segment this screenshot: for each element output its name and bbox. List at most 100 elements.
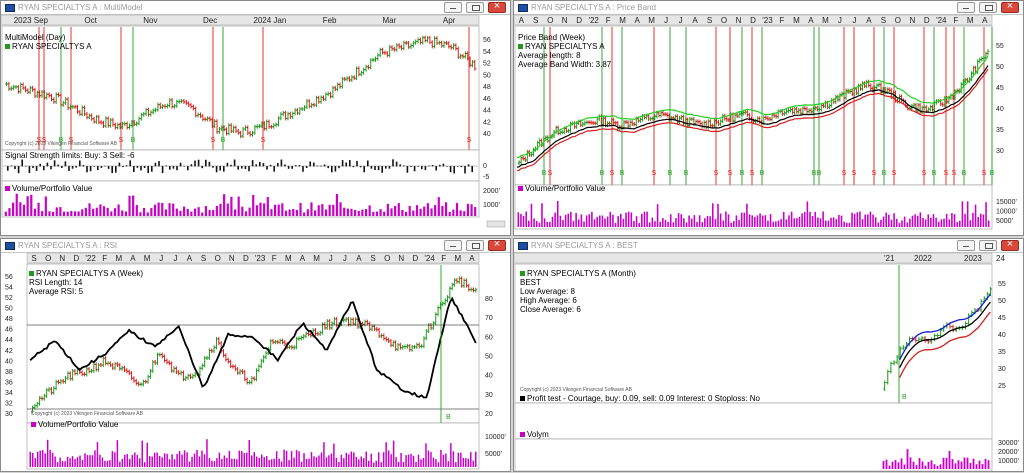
signal-letter: B [817,170,822,177]
signal-bar [169,166,171,170]
title-bar[interactable]: RYAN SPECIALTYS A : BEST [514,238,1023,253]
month-label: 2024 Jan [253,16,286,25]
volume-bar [317,205,320,216]
maximize-button[interactable] [466,2,484,13]
month-label: Feb [323,16,337,25]
volume-bar [948,219,951,227]
signal-letter: B [620,170,625,177]
window-price-band[interactable]: RYAN SPECIALTYS A : Price Band ASOND'22F… [513,0,1024,236]
volume-bar [81,459,84,467]
volume-bar [343,458,345,467]
volume-bar [530,203,533,227]
volume-bar [764,215,767,227]
title-bar[interactable]: RYAN SPECIALTYS A : Price Band [514,0,1023,15]
volume-bar [109,460,111,467]
volume-bar [588,214,591,227]
volume-bar [211,460,213,467]
price-y-tick: 40 [996,106,1004,113]
price-y-tick: 46 [5,327,13,334]
volume-bar [861,219,864,227]
legend-close-average: Close Average: 6 [520,305,581,314]
volume-bar [298,451,300,467]
signal-bar [86,166,88,173]
volume-bar [216,458,218,467]
volume-bar [193,453,196,467]
month-label: J [173,254,177,263]
window-rsi[interactable]: RYAN SPECIALTYS A : RSI SOND'22FMAMJJASO… [0,238,511,472]
maximize-button[interactable] [979,2,997,13]
signal-bar [367,160,369,167]
volume-bar [380,462,382,467]
close-button[interactable] [1001,238,1019,251]
volume-bar [382,452,385,467]
legend-series-name: RYAN SPECIALTYS A (Month) [527,269,636,278]
volume-bar [201,212,204,216]
month-label: M [313,254,320,263]
volume-bar [190,211,193,216]
month-label: D [924,16,930,25]
signal-bar [435,166,437,171]
volume-bar [26,196,29,216]
volume-bar [303,212,306,216]
volume-bar [434,205,437,216]
series-swatch [5,44,10,50]
volume-bar [672,222,675,227]
volume-bar [927,461,930,469]
price-y-tick: 32 [5,400,13,407]
volume-bar [475,451,477,467]
signal-letter: B [600,170,605,177]
volume-bar [851,212,853,227]
close-button[interactable] [488,0,506,13]
price-y-tick: 42 [483,119,491,126]
volume-bar [106,207,109,216]
volume-bar [549,222,551,227]
profit-plot [514,402,993,440]
month-label: F [953,16,958,25]
month-label: S [533,16,538,25]
maximize-button[interactable] [466,240,484,251]
volume-bar [641,213,643,227]
title-bar[interactable]: RYAN SPECIALTYS A : RSI [1,238,510,253]
volume-bar [872,214,874,227]
volume-bar [906,449,909,469]
volume-y-tick: 5000' [485,451,502,458]
minimize-button[interactable] [444,2,462,13]
volume-bar [604,218,606,227]
minimize-button[interactable] [957,2,975,13]
maximize-button[interactable] [979,240,997,251]
volume-bar [353,452,355,467]
minimize-button[interactable] [444,240,462,251]
volume-bar [835,219,838,227]
volume-bar [898,223,901,227]
volume-bar [427,450,430,467]
volume-bar [972,212,974,227]
legend: RYAN SPECIALTYS A (Week) RSI Length: 14 … [29,269,143,296]
volume-bar [372,462,375,467]
volume-bar [218,452,221,467]
price-y-tick: 55 [998,281,1006,288]
month-label: J [159,254,163,263]
window-best[interactable]: RYAN SPECIALTYS A : BEST '21 2022 2023 24 B 5… [513,238,1024,472]
volume-bar [575,212,577,227]
close-button[interactable] [488,238,506,251]
minimize-button[interactable] [957,240,975,251]
volume-bar [143,462,146,467]
volume-y-tick: 1000' [483,202,500,209]
signal-letter: B [221,137,226,144]
volume-bar [318,455,320,467]
month-label: S [201,254,206,263]
window-multimodel[interactable]: RYAN SPECIALTYS A : MultiModel 2023 Sep O… [0,0,511,236]
month-label: '21 [884,254,895,263]
close-button[interactable] [1001,0,1019,13]
volume-bar [278,458,280,467]
price-y-tick: 54 [483,49,491,56]
volume-bar [260,454,263,467]
volume-bar [546,221,549,227]
volume-bar [848,222,851,227]
volume-bar [34,458,36,467]
volume-bar [937,221,940,227]
title-bar[interactable]: RYAN SPECIALTYS A : MultiModel [1,0,510,15]
volume-bar [609,211,612,227]
volume-bar [903,464,906,469]
volume-bar [126,454,129,467]
